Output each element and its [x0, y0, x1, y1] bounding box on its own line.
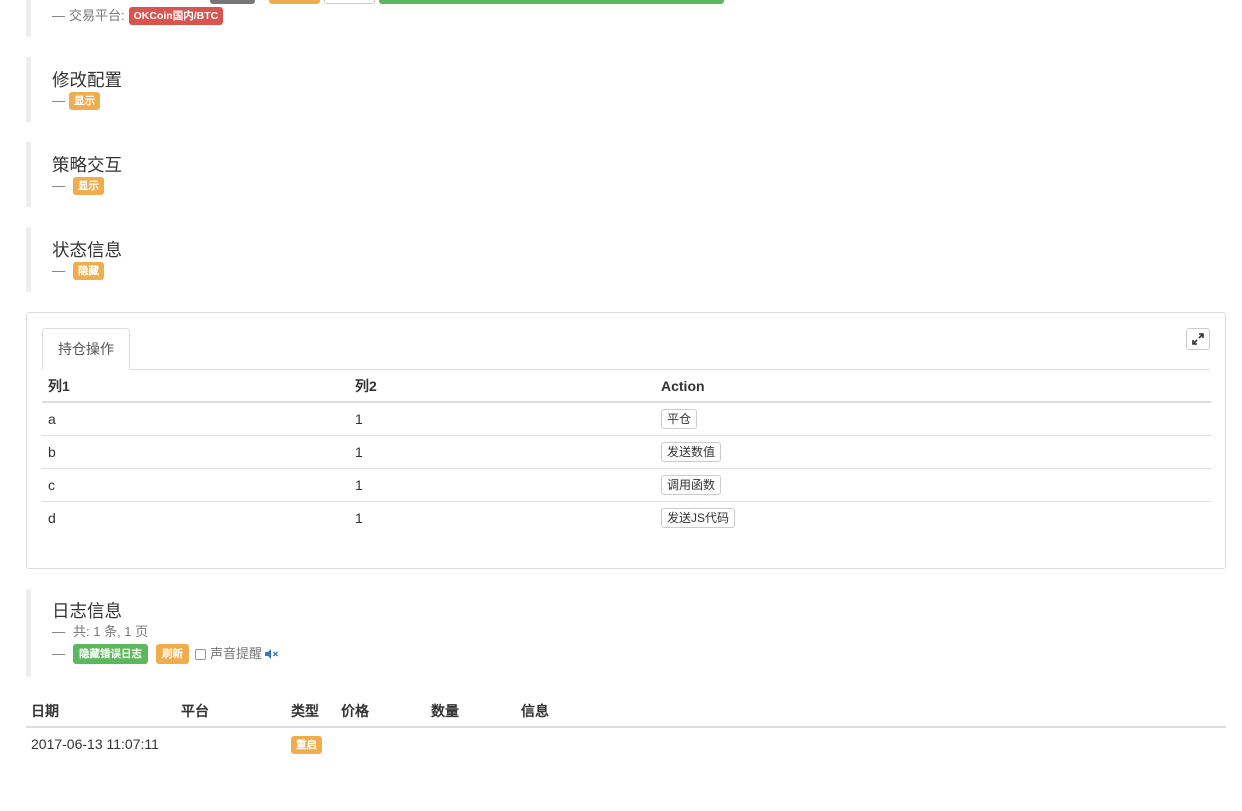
expand-icon: [1192, 333, 1204, 345]
log-type-badge: 重启: [291, 735, 322, 754]
cell-col1: b: [42, 435, 349, 469]
log-controls-line: — 隐藏错误日志 刷新 声音提醒: [52, 643, 1216, 665]
dash: —: [52, 93, 65, 108]
table-row: c 1 调用函数: [42, 468, 1211, 502]
cell-col2: 1: [349, 402, 655, 436]
call-function-button[interactable]: 调用函数: [661, 475, 722, 495]
column-header: 数量: [426, 696, 516, 728]
cell-col1: d: [48, 510, 56, 526]
cell-col2: 1: [355, 510, 363, 526]
log-summary: 共: 1 条, 1 页: [73, 624, 149, 639]
platform-badge: OKCoin国内/BTC: [128, 7, 224, 25]
config-toggle-button[interactable]: 显示: [69, 92, 100, 110]
config-line: — 显示: [52, 90, 1216, 112]
table-row: a 1 平仓: [42, 402, 1211, 436]
log-amount: [426, 727, 516, 760]
expand-button[interactable]: [1186, 328, 1210, 350]
log-summary-line: — 共: 1 条, 1 页: [52, 621, 1216, 643]
position-table: 列1 列2 Action a 1 平仓 b 1 发送数值 c 1 调用函数 d …: [42, 371, 1211, 534]
log-platform: [176, 727, 286, 760]
dash: —: [52, 624, 65, 639]
column-header: 类型: [286, 696, 336, 728]
column-header: Action: [655, 371, 1211, 403]
status-line: — 隐藏: [52, 260, 1216, 282]
status-title: 状态信息: [52, 240, 122, 260]
cell-col2: 1: [349, 468, 655, 502]
action-cell: 发送数值: [655, 435, 1211, 469]
column-header: 列1: [42, 371, 349, 403]
interaction-line: — 显示: [52, 175, 1216, 197]
exchange-section: — 交易平台: OKCoin国内/BTC: [26, 0, 1216, 37]
refresh-button[interactable]: 刷新: [156, 644, 189, 664]
log-type-cell: 重启: [286, 727, 336, 760]
column-header: 日期: [26, 696, 176, 728]
config-section: 修改配置 — 显示: [26, 57, 1216, 122]
exchange-line: — 交易平台: OKCoin国内/BTC: [52, 5, 1216, 27]
position-panel: 持仓操作 列1 列2 Action a 1 平仓 b 1 发送数值 c 1 调用…: [26, 312, 1226, 569]
log-header-row: 日期 平台 类型 价格 数量 信息: [26, 696, 1226, 728]
log-date: 2017-06-13 11:07:11: [31, 736, 159, 752]
send-value-button[interactable]: 发送数值: [661, 442, 722, 462]
dash: —: [52, 178, 65, 193]
action-cell: 调用函数: [655, 468, 1211, 502]
table-row: d 1 发送JS代码: [42, 502, 1211, 535]
interaction-toggle-button[interactable]: 显示: [73, 177, 104, 195]
log-table: 日期 平台 类型 价格 数量 信息 2017-06-13 11:07:11 重启: [26, 696, 1226, 760]
log-price: [336, 727, 426, 760]
cell-col1: a: [42, 402, 349, 436]
table-row: b 1 发送数值: [42, 435, 1211, 469]
action-cell: 平仓: [655, 402, 1211, 436]
action-cell: 发送JS代码: [655, 502, 1211, 535]
config-title: 修改配置: [52, 70, 122, 90]
dash: —: [52, 646, 65, 661]
hide-error-log-button[interactable]: 隐藏错误日志: [73, 644, 148, 664]
close-position-button[interactable]: 平仓: [661, 409, 698, 429]
interaction-section: 策略交互 — 显示: [26, 142, 1216, 207]
dash: —: [52, 263, 65, 278]
exchange-label: 交易平台:: [69, 8, 125, 23]
tab-position-ops[interactable]: 持仓操作: [42, 328, 130, 370]
log-row: 2017-06-13 11:07:11 重启: [26, 727, 1226, 760]
column-header: 平台: [176, 696, 286, 728]
sound-alert-label: 声音提醒: [210, 646, 263, 661]
cell-col1: c: [42, 468, 349, 502]
status-section: 状态信息 — 隐藏: [26, 227, 1216, 292]
log-info: [516, 727, 1226, 760]
sound-alert-checkbox[interactable]: [195, 648, 206, 660]
dash: —: [52, 8, 65, 23]
muted-speaker-icon[interactable]: [265, 649, 279, 659]
tab-divider: [42, 369, 1210, 370]
table-header-row: 列1 列2 Action: [42, 371, 1211, 403]
column-header: 信息: [516, 696, 1226, 728]
status-toggle-button[interactable]: 隐藏: [73, 262, 104, 280]
log-title: 日志信息: [52, 601, 122, 621]
interaction-title: 策略交互: [52, 155, 122, 175]
cell-col2: 1: [349, 435, 655, 469]
log-section: 日志信息 — 共: 1 条, 1 页 — 隐藏错误日志 刷新 声音提醒: [26, 589, 1216, 677]
send-js-code-button[interactable]: 发送JS代码: [661, 508, 736, 528]
sound-alert-toggle[interactable]: 声音提醒: [195, 644, 279, 664]
column-header: 列2: [349, 371, 655, 403]
column-header: 价格: [336, 696, 426, 728]
